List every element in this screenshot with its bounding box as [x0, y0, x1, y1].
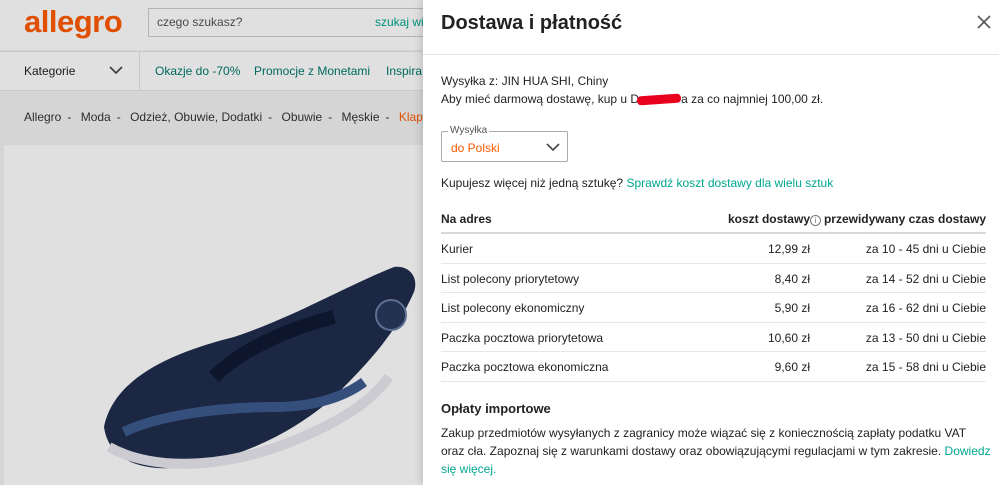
delivery-time: za 13 - 50 dni u Ciebie: [865, 330, 986, 345]
redaction-mark: [636, 93, 682, 106]
table-row: List polecony ekonomiczny 5,90 zł za 16 …: [441, 293, 986, 323]
delivery-time: za 14 - 52 dni u Ciebie: [865, 271, 986, 286]
import-fees-text: Zakup przedmiotów wysyłanych z zagranicy…: [441, 424, 991, 478]
panel-title: Dostawa i płatność: [441, 12, 623, 34]
multi-item-text: Kupujesz więcej niż jedną sztukę? Sprawd…: [441, 176, 833, 190]
import-fees-body: Zakup przedmiotów wysyłanych z zagranicy…: [441, 426, 966, 458]
ship-from-text: Wysyłka z: JIN HUA SHI, Chiny: [441, 74, 609, 88]
shipping-method: Kurier: [441, 242, 474, 256]
free-shipping-prefix: Aby mieć darmową dostawę, kup u D: [441, 92, 640, 106]
info-icon[interactable]: i: [809, 215, 821, 226]
table-row: Kurier 12,99 zł za 10 - 45 dni u Ciebie: [441, 234, 986, 264]
import-fees-title: Opłaty importowe: [441, 401, 551, 416]
free-shipping-suffix: a za co najmniej 100,00 zł.: [681, 92, 824, 106]
shipping-method: Paczka pocztowa ekonomiczna: [441, 360, 609, 374]
multi-item-link[interactable]: Sprawdź koszt dostawy dla wielu sztuk: [626, 176, 833, 190]
shipping-cost: 8,40 zł: [774, 271, 810, 286]
column-header-address: Na adres: [441, 212, 492, 226]
shipping-cost: 5,90 zł: [774, 301, 810, 315]
shipping-table: Na adres koszt dostawy i przewidywany cza…: [441, 203, 986, 382]
shipping-method: List polecony priorytetowy: [441, 271, 580, 286]
table-row: Paczka pocztowa ekonomiczna 9,60 zł za 1…: [441, 352, 986, 382]
select-value: do Polski: [451, 141, 500, 155]
column-header-time: i przewidywany czas dostawy: [809, 212, 986, 226]
delivery-time: za 15 - 58 dni u Ciebie: [865, 360, 986, 374]
table-header: Na adres koszt dostawy i przewidywany cza…: [441, 203, 986, 234]
column-header-cost: koszt dostawy: [727, 212, 810, 226]
shipping-method: Paczka pocztowa priorytetowa: [441, 330, 604, 345]
table-row: Paczka pocztowa priorytetowa 10,60 zł za…: [441, 323, 986, 352]
shipping-cost: 12,99 zł: [767, 242, 810, 256]
close-icon[interactable]: [976, 14, 992, 30]
select-label: Wysyłka: [448, 125, 490, 136]
shipping-destination-select[interactable]: Wysyłka do Polski: [441, 125, 568, 162]
delivery-time: za 16 - 62 dni u Ciebie: [865, 301, 986, 315]
shipping-panel: Dostawa i płatność Wysyłka z: JIN HUA SH…: [423, 0, 999, 485]
chevron-down-icon: [546, 143, 560, 152]
free-shipping-text: Aby mieć darmową dostawę, kup u D a za co…: [441, 92, 823, 106]
shipping-cost: 10,60 zł: [767, 330, 810, 345]
panel-header: Dostawa i płatność: [423, 0, 999, 55]
shipping-cost: 9,60 zł: [774, 360, 810, 374]
table-row: List polecony priorytetowy 8,40 zł za 14…: [441, 264, 986, 293]
multi-item-question: Kupujesz więcej niż jedną sztukę?: [441, 176, 624, 190]
delivery-time: za 10 - 45 dni u Ciebie: [865, 242, 986, 256]
column-header-time-label: przewidywany czas dostawy: [823, 212, 986, 226]
shipping-method: List polecony ekonomiczny: [441, 301, 585, 315]
